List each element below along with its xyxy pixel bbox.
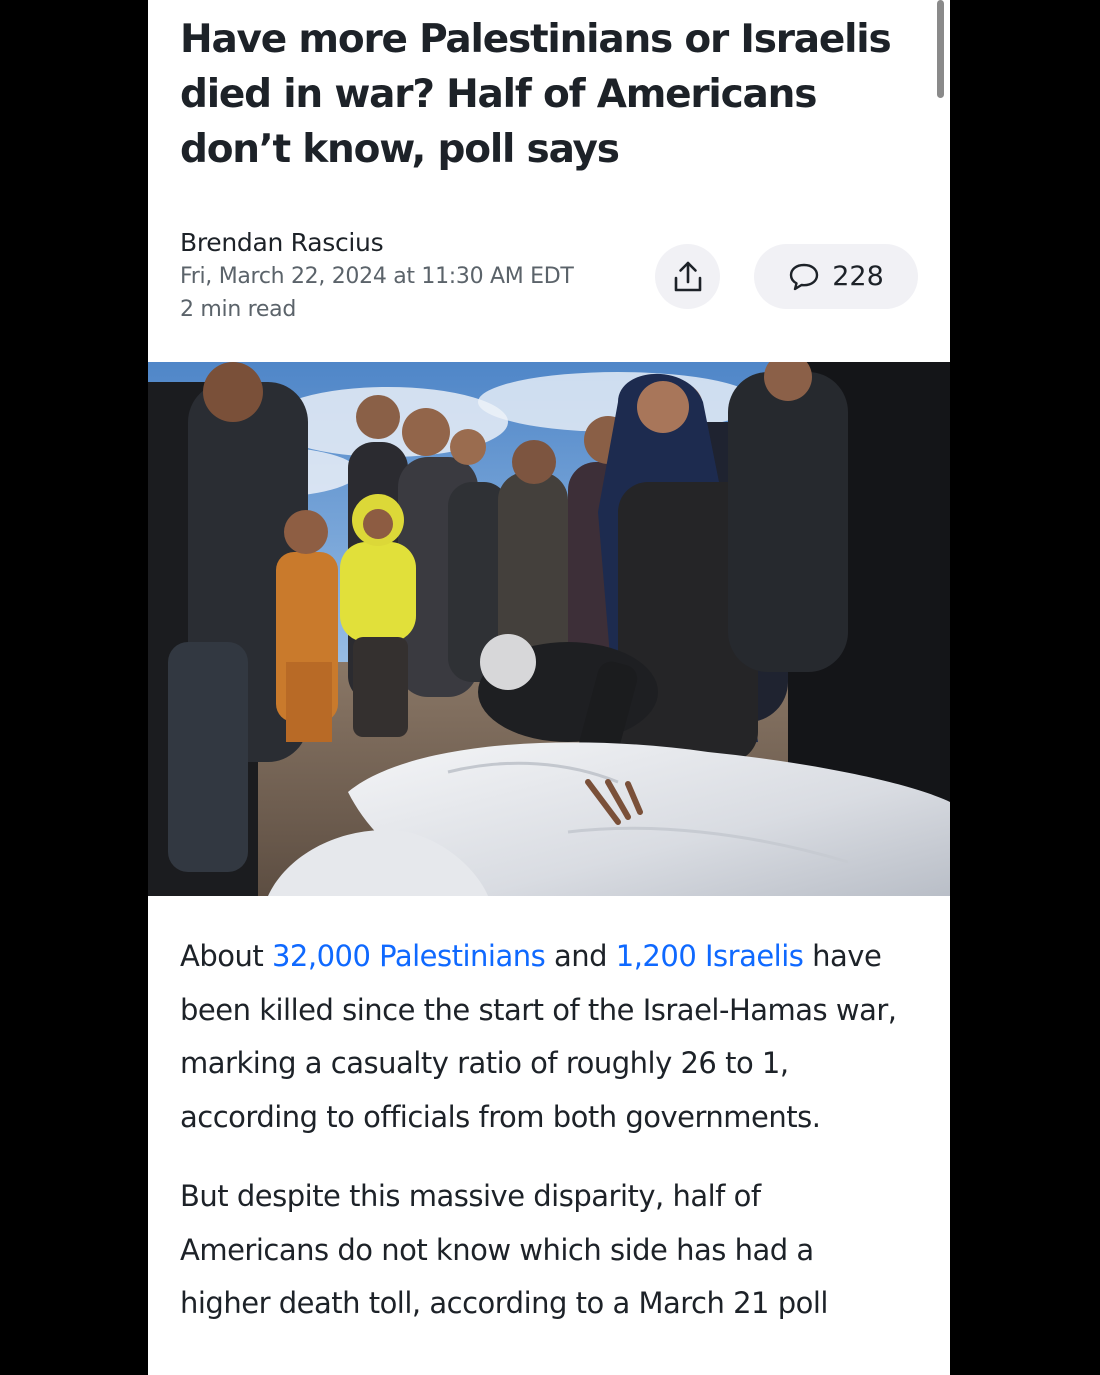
- hero-photo-graphic: [148, 362, 950, 896]
- comment-count: 228: [832, 261, 884, 292]
- p1-and: and: [545, 939, 616, 973]
- share-button[interactable]: [655, 244, 720, 309]
- byline: Brendan Rascius Fri, March 22, 2024 at 1…: [180, 226, 640, 326]
- article-screen: Have more Palestinians or Israelis died …: [148, 0, 950, 1375]
- comment-bubble-icon: [790, 263, 819, 290]
- comments-button[interactable]: 228: [754, 244, 918, 309]
- link-32000-palestinians[interactable]: 32,000 Palestinians: [272, 939, 546, 973]
- read-time: 2 min read: [180, 297, 297, 322]
- link-1200-israelis[interactable]: 1,200 Israelis: [616, 939, 804, 973]
- paragraph-1: About 32,000 Palestinians and 1,200 Isra…: [180, 930, 910, 1144]
- paragraph-2: But despite this massive disparity, half…: [180, 1179, 828, 1320]
- article-body: About 32,000 Palestinians and 1,200 Isra…: [180, 930, 910, 1357]
- hero-photo[interactable]: [148, 362, 950, 896]
- share-icon: [674, 261, 701, 291]
- p1-prefix: About: [180, 939, 272, 973]
- article-headline: Have more Palestinians or Israelis died …: [180, 17, 892, 172]
- author-name[interactable]: Brendan Rascius: [180, 226, 640, 260]
- publish-date: Fri, March 22, 2024 at 11:30 AM EDT: [180, 264, 574, 289]
- scrollbar[interactable]: [937, 0, 944, 98]
